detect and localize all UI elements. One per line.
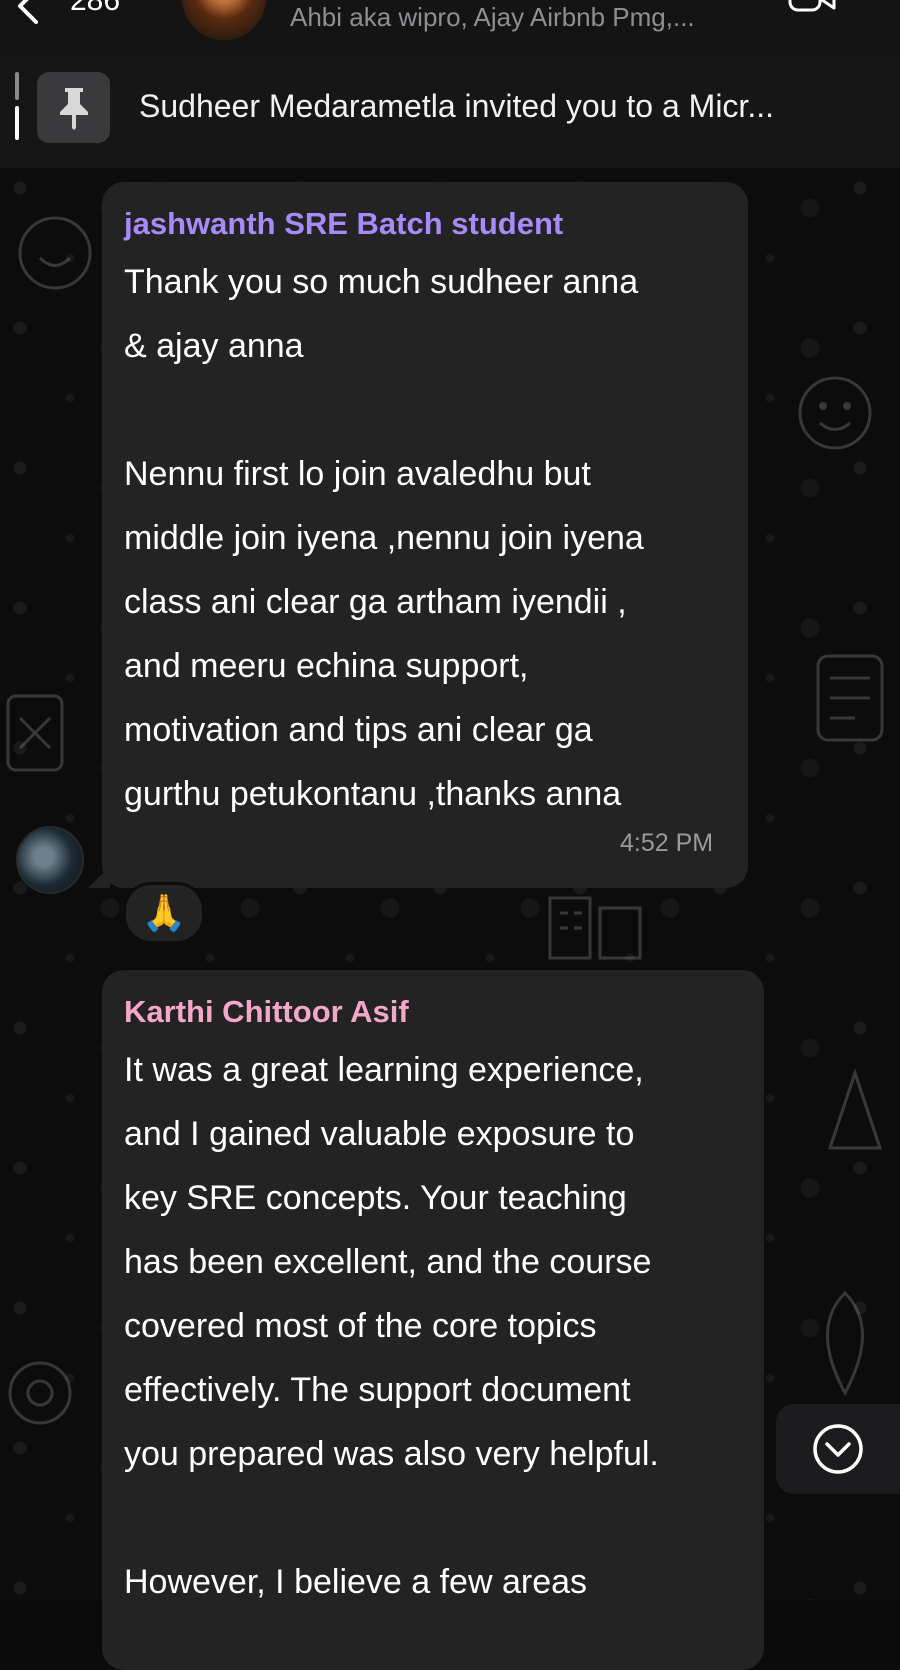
doodle-icon xyxy=(6,694,64,772)
doodle-icon xyxy=(548,896,642,960)
doodle-icon xyxy=(798,376,872,450)
message-text: It was a great learning experience, and … xyxy=(124,1051,659,1601)
chevron-left-icon[interactable] xyxy=(8,0,48,26)
chevron-down-icon xyxy=(813,1424,863,1474)
video-call-icon[interactable] xyxy=(788,0,836,22)
doodle-icon xyxy=(8,1361,72,1425)
doodle-icon xyxy=(816,654,884,742)
pinned-indicator xyxy=(15,72,19,146)
group-members[interactable]: Ahbi aka wipro, Ajay Airbnb Pmg,... xyxy=(290,2,695,33)
chat-header: 286 Ahbi aka wipro, Ajay Airbnb Pmg,... xyxy=(0,0,900,58)
pin-icon xyxy=(60,88,88,130)
sender-name[interactable]: Karthi Chittoor Asif xyxy=(124,994,409,1030)
pin-tile[interactable] xyxy=(37,72,110,143)
unread-count[interactable]: 286 xyxy=(70,0,120,18)
doodle-icon xyxy=(18,216,92,290)
message-time: 4:52 PM xyxy=(620,829,714,857)
sender-name[interactable]: jashwanth SRE Batch student xyxy=(124,206,563,242)
doodle-icon xyxy=(826,1290,864,1397)
pinned-message-text[interactable]: Sudheer Medarametla invited you to a Mic… xyxy=(139,88,774,125)
scroll-to-bottom-button[interactable] xyxy=(776,1404,900,1494)
doodle-icon xyxy=(827,1068,883,1150)
sender-avatar[interactable] xyxy=(16,826,84,894)
message-bubble[interactable]: Karthi Chittoor Asif It was a great lear… xyxy=(102,970,764,1670)
message-text: Thank you so much sudheer anna & ajay an… xyxy=(124,263,644,813)
message-bubble[interactable]: jashwanth SRE Batch student Thank you so… xyxy=(102,182,748,888)
group-avatar[interactable] xyxy=(182,0,266,40)
reaction-badge[interactable]: 🙏 xyxy=(123,882,205,944)
